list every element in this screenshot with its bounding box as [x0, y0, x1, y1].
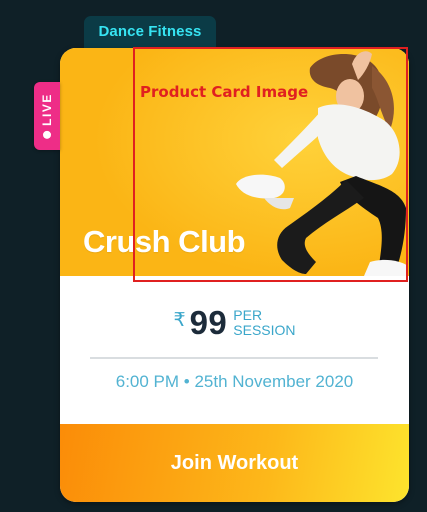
live-badge: LIVE — [34, 82, 60, 150]
category-badge: Dance Fitness — [84, 16, 216, 48]
price-unit-line-1: PER — [233, 307, 263, 323]
live-label: LIVE — [40, 93, 54, 126]
price-unit: PER SESSION — [233, 308, 295, 338]
price-row: ₹ 99 PER SESSION — [60, 304, 409, 342]
divider — [90, 357, 378, 359]
product-title: Crush Club — [83, 224, 246, 259]
page: Dance Fitness Crush Club ₹ 99 PER SESSIO… — [0, 0, 427, 512]
live-dot-icon — [43, 130, 51, 139]
price-amount: 99 — [189, 304, 228, 341]
product-card[interactable]: Crush Club ₹ 99 PER SESSION 6:00 PM • 25… — [60, 48, 409, 502]
product-card-image: Crush Club — [60, 48, 409, 276]
currency-symbol: ₹ — [173, 309, 186, 331]
price-unit-line-2: SESSION — [233, 322, 296, 338]
live-badge-content: LIVE — [40, 93, 54, 139]
join-workout-button[interactable]: Join Workout — [60, 424, 409, 502]
session-datetime: 6:00 PM • 25th November 2020 — [115, 372, 354, 391]
